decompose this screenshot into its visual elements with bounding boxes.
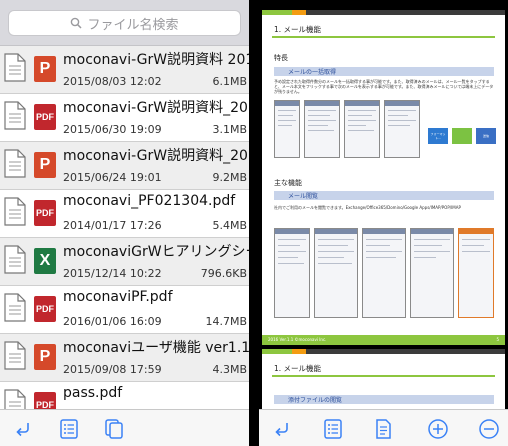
search-placeholder: ファイル名検索 xyxy=(87,17,179,33)
heading-rule xyxy=(272,36,495,38)
screenshot-thumbnail xyxy=(314,228,358,318)
document-icon xyxy=(4,149,26,178)
zoom-in-icon[interactable] xyxy=(427,418,449,440)
ppt-icon: P xyxy=(34,344,56,370)
page-heading: 1. メール機能 xyxy=(274,364,322,373)
screenshot-thumbnail xyxy=(384,100,420,158)
subsection-band: 添付ファイルの閲覧 xyxy=(274,395,494,404)
file-row[interactable]: PDF moconavi-GrW説明資料_2015 v 2015/06/30 19:… xyxy=(0,94,249,142)
file-size: 6.1MB xyxy=(212,75,247,88)
copy-icon[interactable] xyxy=(103,418,125,440)
feature-box xyxy=(452,128,472,144)
preview-page: 1. メール機能 添付ファイルの閲覧 xyxy=(262,349,505,409)
subsection-title: メール閲覧 xyxy=(288,193,319,200)
document-icon xyxy=(4,341,26,370)
pdf-icon: PDF xyxy=(34,296,56,322)
file-size: 14.7MB xyxy=(205,315,247,328)
page-footer: 2016 Ver.1.1 ©moconavi Inc. 5 xyxy=(262,335,505,345)
description-text: 社内でご利用のメールを閲覧できます。Exchange/Office365/Dom… xyxy=(274,205,461,210)
file-size: 796.6KB xyxy=(200,267,247,280)
section-title: 特長 xyxy=(274,54,288,62)
file-name: moconaviPF.pdf xyxy=(63,289,173,305)
pdf-icon: PDF xyxy=(34,104,56,130)
file-size: 3.1MB xyxy=(212,123,247,136)
file-date: 2015/06/24 19:01 xyxy=(63,171,162,184)
back-icon[interactable] xyxy=(12,418,34,440)
file-row[interactable]: Pmoconavi-GrW説明資料 2015 ve 2015/08/03 12:0… xyxy=(0,46,249,94)
list-icon[interactable] xyxy=(58,418,80,440)
file-row[interactable]: PDF moconavi_PF021304.pdf 2014/01/17 17:26… xyxy=(0,190,249,238)
file-row[interactable]: Pmoconavi-GrW説明資料_2015 ve 2015/06/24 19:0… xyxy=(0,142,249,190)
page-heading: 1. メール機能 xyxy=(274,25,322,34)
document-icon xyxy=(4,245,26,274)
subsection-title: メールの一括取得 xyxy=(288,69,337,76)
file-list: Pmoconavi-GrW説明資料 2015 ve 2015/08/03 12:0… xyxy=(0,46,249,430)
file-date: 2015/12/14 10:22 xyxy=(63,267,162,280)
description-text: 予め設定された取得件数分のメールを一括取得する事が可能です。また、取得済みのメー… xyxy=(274,79,494,94)
subsection-title: 添付ファイルの閲覧 xyxy=(288,397,343,404)
list-icon[interactable] xyxy=(322,418,344,440)
file-row[interactable]: PDF moconaviPF.pdf 2016/01/06 16:09 14.7MB xyxy=(0,286,249,334)
file-row[interactable]: XmoconaviGrWヒアリングシート 2015/12/14 10:22 796.… xyxy=(0,238,249,286)
file-name: moconaviGrWヒアリングシート xyxy=(63,244,249,260)
file-date: 2015/09/08 17:59 xyxy=(63,363,162,376)
file-name: moconavi-GrW説明資料 2015 ve xyxy=(63,52,249,68)
feature-box: フォーマット... xyxy=(428,128,448,144)
document-icon xyxy=(4,293,26,322)
subsection-band: メール閲覧 xyxy=(274,191,494,200)
search-bar: ファイル名検索 xyxy=(0,0,249,46)
page-top-bar xyxy=(262,10,505,15)
file-date: 2014/01/17 17:26 xyxy=(63,219,162,232)
right-toolbar xyxy=(259,409,508,446)
file-name: moconavi_PF021304.pdf xyxy=(63,193,236,209)
preview-page: 1. メール機能 特長 メールの一括取得 予め設定された取得件数分のメールを一括… xyxy=(262,10,505,345)
screenshot-thumbnail xyxy=(458,228,494,318)
file-size: 5.4MB xyxy=(212,219,247,232)
back-icon[interactable] xyxy=(271,418,293,440)
feature-box: 送信 xyxy=(476,128,496,144)
zoom-out-icon[interactable] xyxy=(478,418,500,440)
file-size: 9.2MB xyxy=(212,171,247,184)
screenshot-thumbnail xyxy=(344,100,380,158)
ppt-icon: P xyxy=(34,152,56,178)
document-icon[interactable] xyxy=(372,418,394,440)
left-toolbar xyxy=(0,409,249,446)
file-date: 2015/08/03 12:02 xyxy=(63,75,162,88)
document-icon xyxy=(4,53,26,82)
file-row[interactable]: Pmoconaviユーザ機能 ver1.1.ppt 2015/09/08 17:5… xyxy=(0,334,249,382)
document-icon xyxy=(4,197,26,226)
file-name: pass.pdf xyxy=(63,385,123,401)
subsection-band: メールの一括取得 xyxy=(274,67,494,76)
page-top-bar xyxy=(262,349,505,354)
file-date: 2016/01/06 16:09 xyxy=(63,315,162,328)
ppt-icon: P xyxy=(34,56,56,82)
file-name: moconavi-GrW説明資料_2015 v xyxy=(63,100,249,116)
preview-pane: 1. メール機能 特長 メールの一括取得 予め設定された取得件数分のメールを一括… xyxy=(259,0,508,446)
file-name: moconavi-GrW説明資料_2015 ve xyxy=(63,148,249,164)
section-title: 主な機能 xyxy=(274,179,302,187)
page-number: 5 xyxy=(496,337,499,342)
footer-copyright: 2016 Ver.1.1 ©moconavi Inc. xyxy=(268,337,327,342)
search-input[interactable]: ファイル名検索 xyxy=(8,10,241,36)
screenshot-thumbnail xyxy=(362,228,406,318)
search-icon xyxy=(71,17,83,29)
document-icon xyxy=(4,101,26,130)
screenshot-thumbnail xyxy=(410,228,454,318)
pdf-icon: PDF xyxy=(34,200,56,226)
file-size: 4.3MB xyxy=(212,363,247,376)
screenshot-thumbnail xyxy=(274,100,300,158)
heading-rule xyxy=(272,375,495,377)
screenshot-thumbnail xyxy=(274,228,310,318)
pane-divider[interactable] xyxy=(249,0,259,446)
file-date: 2015/06/30 19:09 xyxy=(63,123,162,136)
screenshot-thumbnail xyxy=(304,100,340,158)
file-name: moconaviユーザ機能 ver1.1.ppt xyxy=(63,340,249,356)
file-list-pane: ファイル名検索 Pmoconavi-GrW説明資料 2015 ve 2015/08… xyxy=(0,0,249,446)
xls-icon: X xyxy=(34,248,56,274)
